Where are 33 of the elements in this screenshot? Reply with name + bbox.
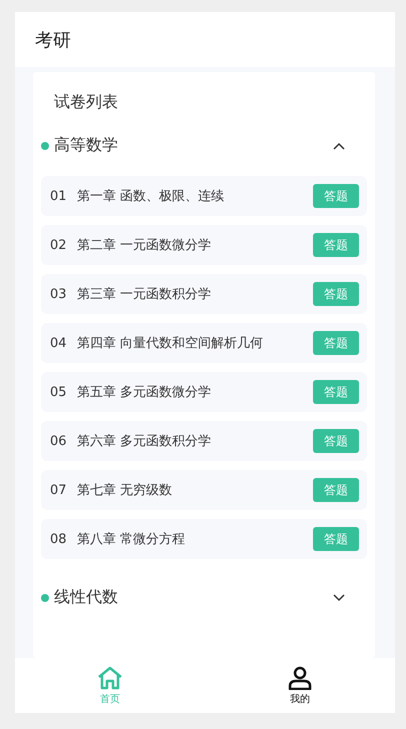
- page-title: 考研: [35, 28, 71, 52]
- paper-number: 01: [50, 188, 68, 204]
- paper-row[interactable]: 01 第一章 函数、极限、连续 答题: [41, 176, 367, 216]
- chevron-down-icon[interactable]: [333, 594, 345, 602]
- tab-item[interactable]: 我的: [205, 658, 395, 713]
- paper-title: 第八章 常微分方程: [77, 531, 186, 548]
- paper-title: 第七章 无穷级数: [77, 482, 174, 499]
- paper-row[interactable]: 02 第二章 一元函数微分学 答题: [41, 225, 367, 265]
- paper-number: 05: [50, 384, 68, 400]
- paper-row[interactable]: 03 第三章 一元函数积分学 答题: [41, 274, 367, 314]
- chevron-up-icon[interactable]: [333, 142, 345, 150]
- paper-row[interactable]: 05 第五章 多元函数微分学 答题: [41, 372, 367, 412]
- paper-title: 第三章 一元函数积分学: [77, 286, 212, 303]
- paper-row[interactable]: 06 第六章 多元函数积分学 答题: [41, 421, 367, 461]
- paper-row[interactable]: 04 第四章 向量代数和空间解析几何 答题: [41, 323, 367, 363]
- paper-row[interactable]: 07 第七章 无穷级数 答题: [41, 470, 367, 510]
- paper-title: 第四章 向量代数和空间解析几何: [77, 335, 264, 352]
- paper-number: 03: [50, 286, 68, 302]
- person-icon: [288, 666, 312, 690]
- paper-title: 第五章 多元函数微分学: [77, 384, 212, 401]
- card-title: 试卷列表: [53, 92, 118, 113]
- paper-title: 第一章 函数、极限、连续: [77, 188, 226, 205]
- paper-number: 08: [50, 532, 68, 546]
- paper-title: 第六章 多元函数积分学: [77, 433, 212, 450]
- section-title[interactable]: 高等数学: [54, 135, 118, 156]
- paper-number: 06: [50, 434, 68, 448]
- paper-number: 04: [50, 336, 68, 350]
- home-icon: [97, 666, 123, 690]
- paper-title: 第二章 一元函数微分学: [77, 237, 212, 254]
- section-title[interactable]: 线性代数: [54, 587, 118, 608]
- paper-row[interactable]: 08 第八章 常微分方程 答题: [41, 519, 367, 559]
- paper-number: 07: [50, 482, 68, 498]
- paper-number: 02: [50, 238, 68, 252]
